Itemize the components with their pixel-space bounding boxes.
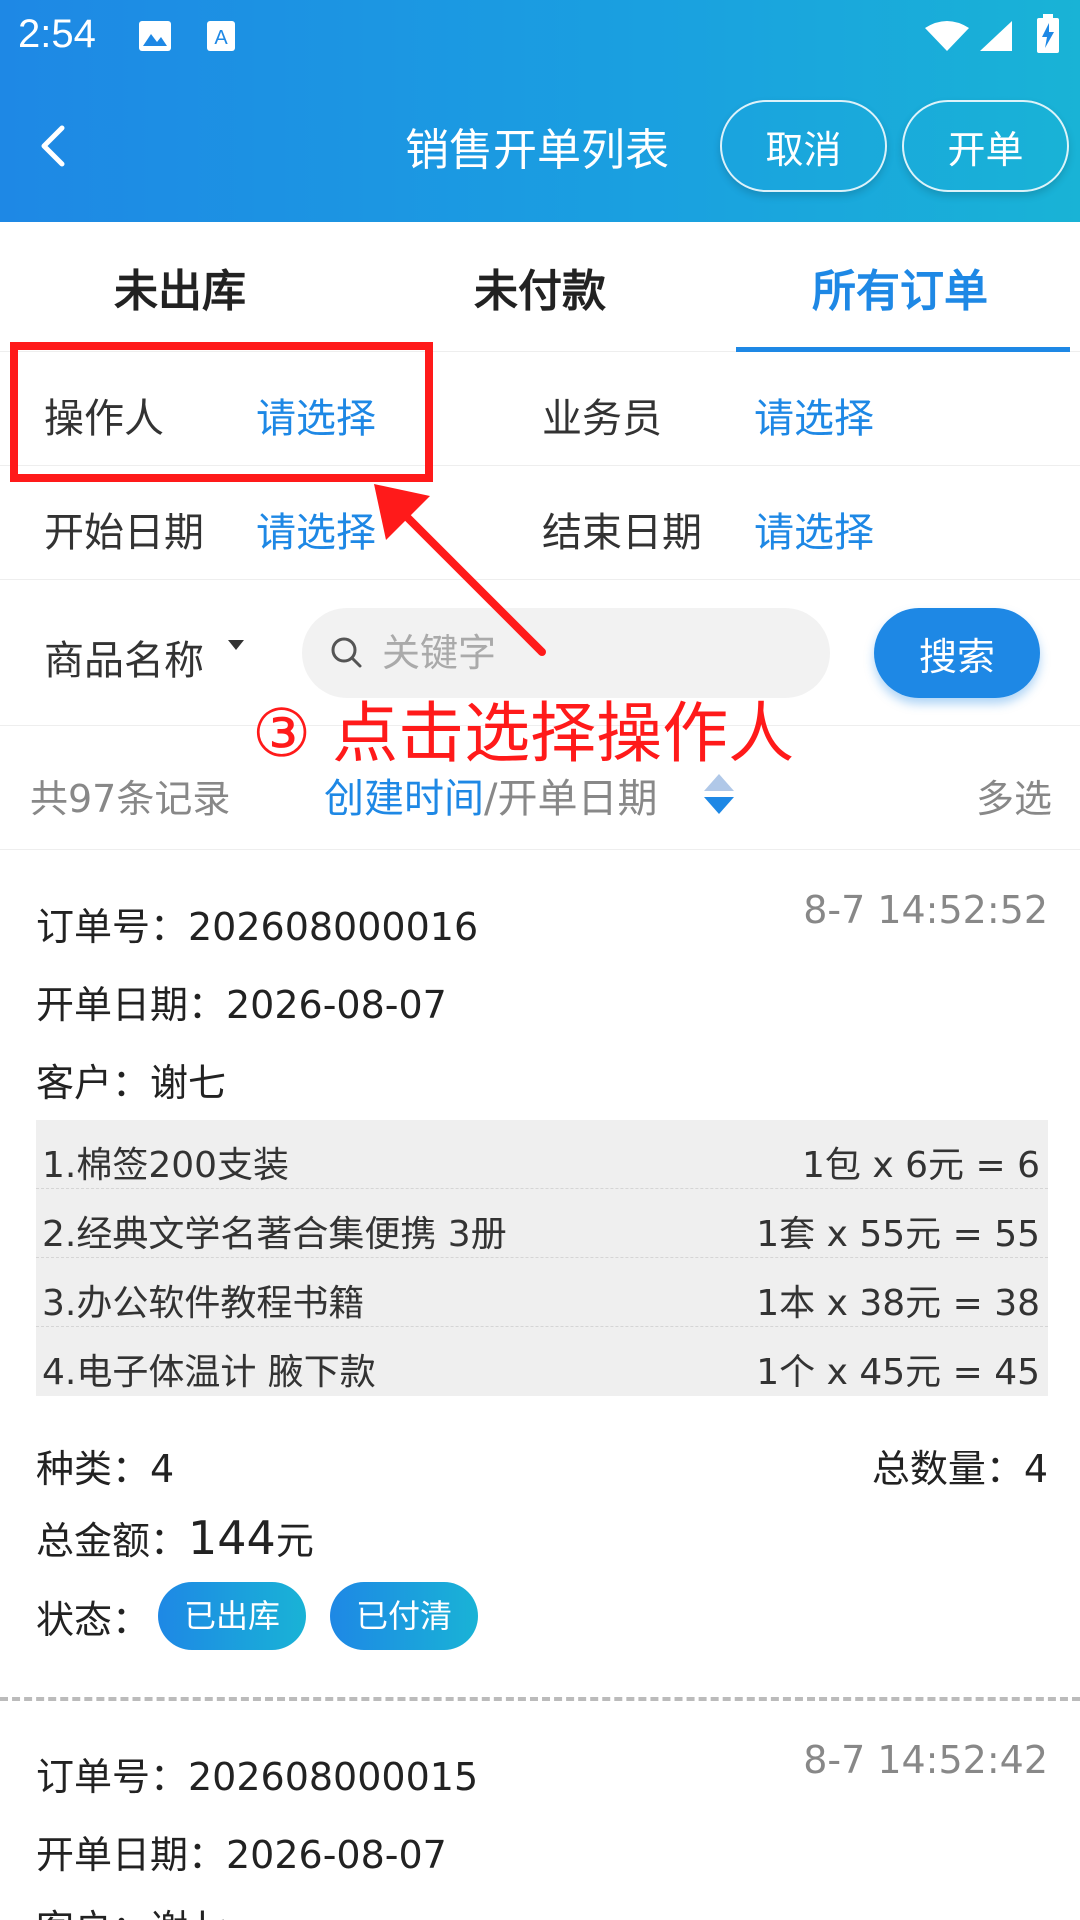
search-field-dropdown[interactable]: 商品名称 [44, 628, 204, 686]
order-customer: 客户：谢七 [36, 1061, 227, 1105]
order-amount: 总金额：144元 [36, 1510, 314, 1565]
title-bar: 销售开单列表 取消 开单 [0, 100, 1080, 192]
order-items: 1.棉签200支装 1包 x 6元 = 6 2.经典文学名著合集便携 3册 1套… [36, 1120, 1048, 1396]
tab-not-shipped[interactable]: 未出库 [0, 222, 360, 352]
item-name: 4.电子体温计 腋下款 [42, 1352, 376, 1393]
order-number: 订单号：202608000015 [36, 1755, 479, 1799]
page-title: 销售开单列表 [405, 125, 669, 176]
order-open-date: 开单日期：2026-08-07 [36, 1833, 447, 1877]
annotation-arrow-icon [374, 484, 546, 656]
highlight-box [10, 342, 433, 482]
item-name: 2.经典文学名著合集便携 3册 [42, 1214, 507, 1255]
sort-selector[interactable]: 创建时间/开单日期 [324, 766, 657, 824]
salesman-select[interactable]: 请选择 [754, 386, 874, 444]
tab-bar: 未出库 未付款 所有订单 [0, 222, 1080, 352]
tab-unpaid[interactable]: 未付款 [360, 222, 720, 352]
order-number: 订单号：202608000016 [36, 905, 479, 949]
record-count: 共97条记录 [30, 777, 231, 821]
image-notification-icon [139, 21, 171, 51]
status-label: 状态： [36, 1597, 151, 1642]
item-price: 1个 x 45元 = 45 [756, 1352, 1040, 1393]
list-item: 2.经典文学名著合集便携 3册 1套 x 55元 = 55 [36, 1189, 1048, 1258]
search-icon [331, 637, 362, 668]
sort-open-date[interactable]: /开单日期 [484, 776, 657, 822]
item-name: 3.办公软件教程书籍 [42, 1283, 365, 1324]
status-bar: 2:54 A [0, 0, 1080, 74]
new-order-button[interactable]: 开单 [902, 100, 1069, 192]
records-bar: 共97条记录 创建时间/开单日期 多选 [0, 728, 1080, 850]
order-divider [0, 1697, 1080, 1701]
app-header: 2:54 A 销售开单列表 取消 开单 [0, 0, 1080, 222]
status-badge: 已出库 [158, 1582, 307, 1650]
status-time: 2:54 [18, 12, 96, 56]
start-date-select[interactable]: 请选择 [256, 500, 376, 558]
multi-select-button[interactable]: 多选 [976, 768, 1052, 823]
order-total-qty: 总数量：4 [871, 1447, 1048, 1491]
dropdown-caret-icon [228, 640, 244, 650]
app-notification-icon: A [207, 21, 235, 51]
list-item: 1.棉签200支装 1包 x 6元 = 6 [36, 1120, 1048, 1189]
battery-icon [1037, 14, 1059, 53]
list-item: 4.电子体温计 腋下款 1个 x 45元 = 45 [36, 1327, 1048, 1396]
tab-all-orders[interactable]: 所有订单 [720, 222, 1080, 352]
order-timestamp: 8-7 14:52:52 [803, 888, 1048, 932]
search-button[interactable]: 搜索 [874, 608, 1040, 698]
list-item: 3.办公软件教程书籍 1本 x 38元 = 38 [36, 1258, 1048, 1327]
back-arrow-icon[interactable] [30, 122, 78, 170]
amount-unit: 元 [275, 1519, 314, 1563]
salesman-label: 业务员 [542, 396, 662, 442]
signal-icon [980, 21, 1012, 51]
wifi-icon [925, 21, 969, 51]
order-open-date: 开单日期：2026-08-07 [36, 983, 447, 1027]
amount-value: 144 [188, 1511, 276, 1565]
start-date-label: 开始日期 [44, 510, 204, 556]
status-badge: 已付清 [330, 1582, 479, 1650]
item-price: 1包 x 6元 = 6 [802, 1145, 1040, 1186]
amount-label: 总金额： [36, 1519, 189, 1563]
sort-created-time[interactable]: 创建时间 [324, 776, 484, 822]
order-status: 状态： 已出库 已付清 [36, 1582, 502, 1650]
end-date-select[interactable]: 请选择 [754, 500, 874, 558]
order-kinds: 种类：4 [36, 1447, 175, 1491]
svg-text:A: A [214, 27, 228, 49]
sort-toggle-icon[interactable] [702, 772, 736, 816]
item-price: 1套 x 55元 = 55 [756, 1214, 1040, 1255]
order-customer: 客户：谢七 [36, 1898, 226, 1920]
cancel-button[interactable]: 取消 [720, 100, 887, 192]
order-timestamp: 8-7 14:52:42 [803, 1738, 1048, 1782]
item-name: 1.棉签200支装 [42, 1145, 290, 1186]
item-price: 1本 x 38元 = 38 [756, 1283, 1040, 1324]
